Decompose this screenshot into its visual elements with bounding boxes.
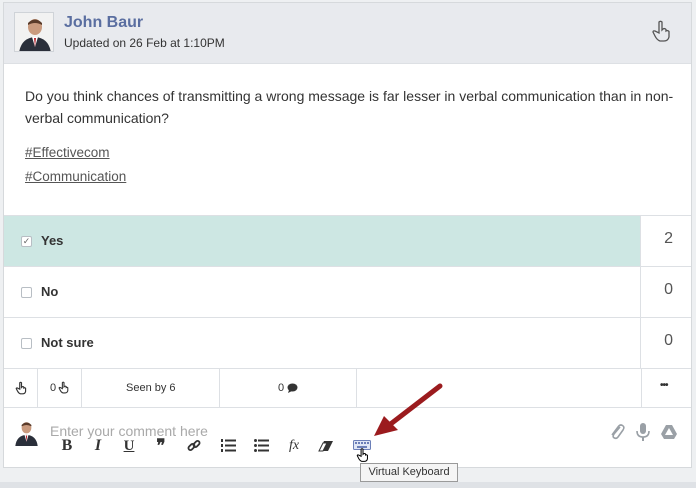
ordered-list-icon — [220, 439, 236, 452]
poll-option-not-sure[interactable]: Not sure 0 — [4, 317, 691, 368]
seen-by-label: Seen by 6 — [126, 382, 176, 394]
checkbox-checked-icon[interactable]: ✓ — [21, 236, 32, 247]
google-drive-icon[interactable] — [660, 422, 678, 442]
comments-count: 0 — [278, 382, 285, 394]
poll: ✓ Yes 2 No 0 Not sure 0 — [4, 215, 691, 368]
like-button[interactable] — [4, 369, 38, 407]
link-button[interactable] — [184, 437, 204, 455]
more-icon: ••• — [660, 380, 668, 391]
italic-button[interactable]: I — [88, 437, 108, 455]
actions-bar: 0 Seen by 6 0 ••• — [4, 368, 691, 408]
eraser-icon — [318, 441, 333, 452]
likes-count-button[interactable]: 0 — [38, 369, 82, 407]
poll-option-area: Not sure — [4, 318, 641, 368]
user-avatar — [12, 418, 41, 446]
checkbox-icon[interactable] — [21, 287, 32, 298]
hashtag-effectivecom[interactable]: #Effectivecom — [25, 145, 670, 160]
underline-button[interactable]: U — [119, 437, 139, 455]
post-header: John Baur Updated on 26 Feb at 1:10PM — [4, 3, 691, 64]
bold-button[interactable]: B — [57, 437, 77, 455]
eraser-button[interactable] — [316, 437, 336, 455]
virtual-keyboard-tooltip: Virtual Keyboard — [360, 463, 458, 482]
updated-timestamp: Updated on 26 Feb at 1:10PM — [64, 36, 225, 50]
post-body: Do you think chances of transmitting a w… — [4, 65, 691, 215]
virtual-keyboard-button[interactable] — [352, 437, 372, 462]
likes-count: 0 — [50, 382, 57, 394]
poll-option-area: ✓ Yes — [4, 216, 641, 266]
comment-bubble-icon — [287, 383, 298, 393]
hand-pointer-icon[interactable] — [651, 19, 673, 43]
ordered-list-button[interactable] — [218, 437, 238, 455]
poll-count: 2 — [664, 230, 673, 247]
comment-box: B I U ❞ fx — [4, 409, 691, 467]
poll-option-label: Yes — [41, 233, 64, 248]
poll-count: 0 — [664, 281, 673, 298]
hand-pointer-icon — [15, 381, 27, 395]
author-name[interactable]: John Baur — [64, 14, 143, 32]
quote-button[interactable]: ❞ — [151, 437, 171, 455]
next-card-edge — [0, 482, 696, 488]
annotation-arrow — [374, 383, 443, 436]
attachment-icon[interactable] — [608, 422, 626, 442]
poll-count: 0 — [664, 332, 673, 349]
link-icon — [187, 440, 201, 451]
post-card: John Baur Updated on 26 Feb at 1:10PM Do… — [3, 2, 692, 468]
hashtag-communication[interactable]: #Communication — [25, 169, 670, 184]
bullet-list-button[interactable] — [251, 437, 271, 455]
hand-cursor-icon — [356, 448, 368, 462]
poll-option-label: Not sure — [41, 335, 94, 350]
hand-pointer-icon — [58, 381, 69, 394]
microphone-icon[interactable] — [634, 422, 652, 442]
poll-option-label: No — [41, 284, 59, 299]
poll-option-no[interactable]: No 0 — [4, 266, 691, 317]
author-avatar[interactable] — [14, 12, 54, 52]
bullet-list-icon — [253, 439, 269, 452]
formula-button[interactable]: fx — [284, 437, 304, 455]
seen-by-button[interactable]: Seen by 6 — [82, 369, 220, 407]
comments-count-button[interactable]: 0 — [220, 369, 357, 407]
post-question: Do you think chances of transmitting a w… — [25, 88, 674, 126]
checkbox-icon[interactable] — [21, 338, 32, 349]
more-options-button[interactable]: ••• — [641, 369, 691, 407]
poll-option-yes[interactable]: ✓ Yes 2 — [4, 215, 691, 266]
poll-option-area: No — [4, 267, 641, 317]
